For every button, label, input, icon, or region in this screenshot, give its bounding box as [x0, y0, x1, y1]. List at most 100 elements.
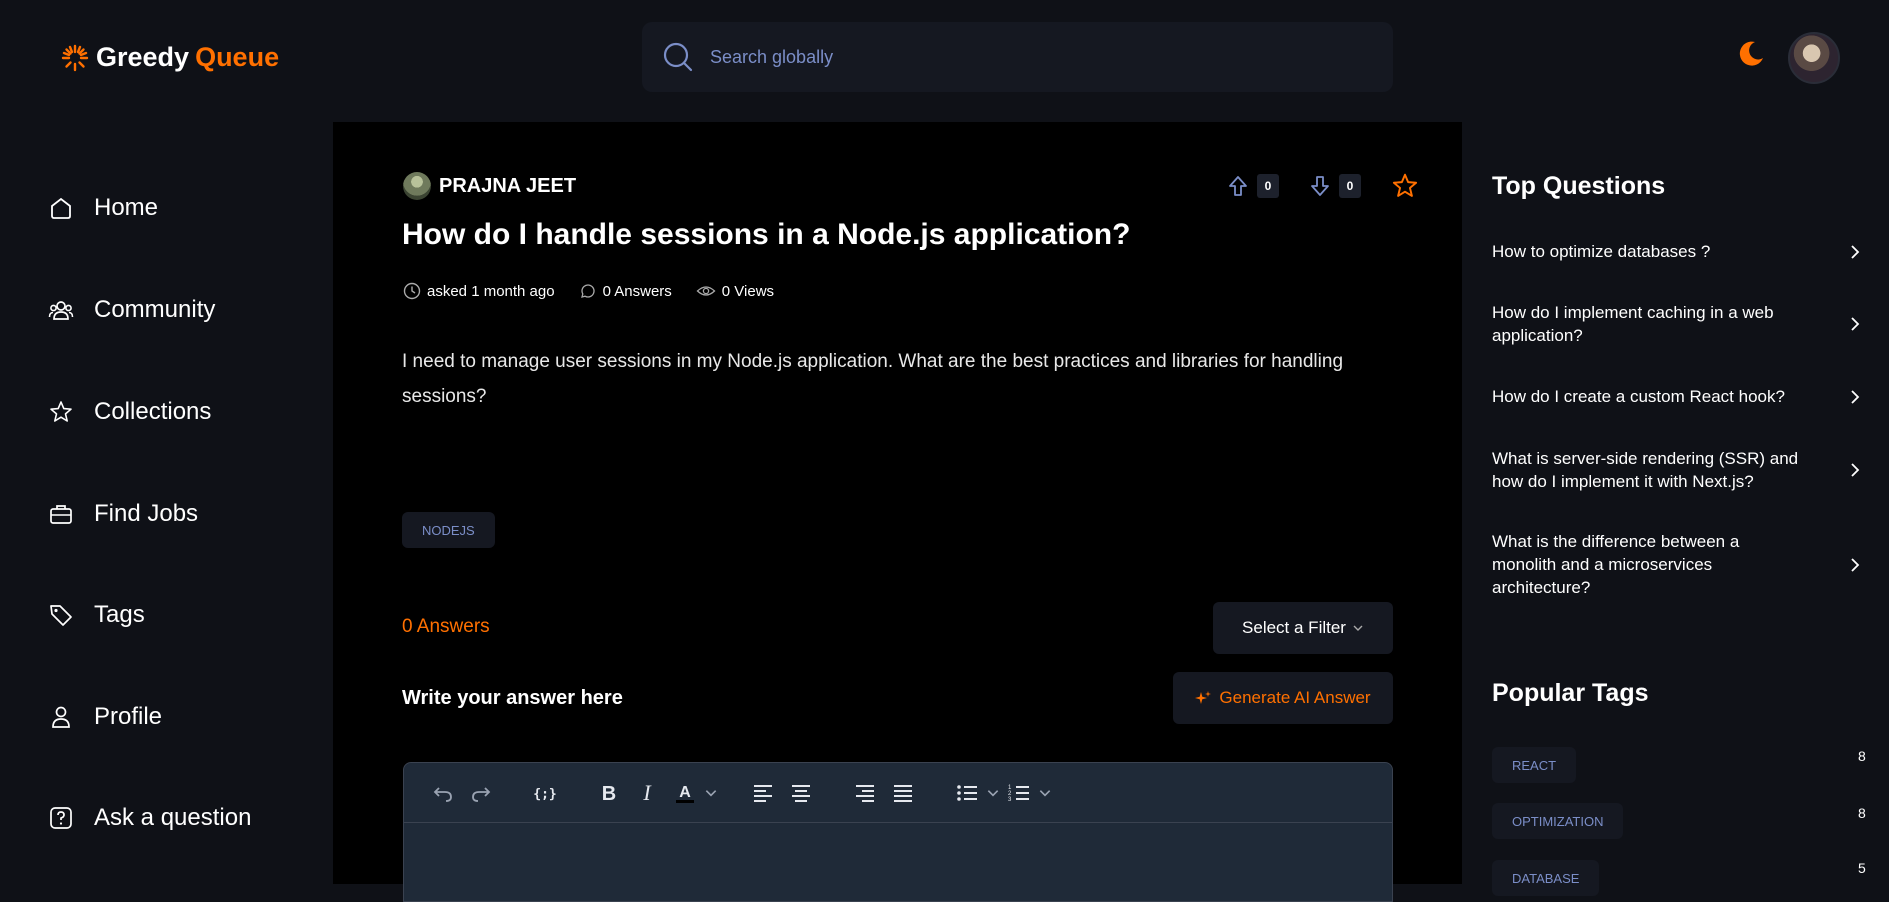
user-avatar[interactable] — [1788, 32, 1840, 84]
align-center-button[interactable] — [782, 774, 820, 812]
tag-icon — [50, 605, 72, 626]
views-meta-text: 0 Views — [721, 282, 775, 300]
top-question-text: How do I create a custom React hook? — [1492, 387, 1785, 406]
chevron-down-icon[interactable] — [704, 786, 718, 800]
chevron-down-icon[interactable] — [986, 786, 1000, 800]
logo-icon — [61, 44, 89, 71]
author-name: PRAJNA JEET — [439, 174, 577, 197]
popular-tag-count: 8 — [1858, 805, 1866, 821]
question-author[interactable]: PRAJNA JEET — [403, 172, 576, 200]
sidebar-item-label: Collections — [94, 398, 212, 425]
align-right-button[interactable] — [846, 774, 884, 812]
align-right-icon — [856, 784, 874, 802]
author-avatar — [403, 172, 431, 200]
top-question-item[interactable]: How do I implement caching in a web appl… — [1492, 301, 1862, 347]
vote-controls: 0 0 — [1227, 172, 1419, 200]
svg-text:A: A — [679, 784, 691, 801]
generate-ai-answer-button[interactable]: Generate AI Answer — [1173, 672, 1393, 724]
upvote-count: 0 — [1257, 174, 1279, 198]
sidebar-item-label: Home — [94, 194, 159, 221]
sidebar-item-community[interactable]: Community — [48, 296, 215, 324]
chevron-right-icon — [1851, 389, 1860, 404]
top-question-text: How do I implement caching in a web appl… — [1492, 303, 1774, 345]
svg-text:3: 3 — [1008, 797, 1012, 803]
sidebar-item-tags[interactable]: Tags — [48, 601, 145, 629]
logo-text-greedy: Greedy — [96, 42, 190, 72]
top-question-item[interactable]: How do I create a custom React hook? — [1492, 385, 1862, 408]
top-question-text: What is server-side rendering (SSR) and … — [1492, 449, 1799, 491]
undo-icon — [433, 786, 452, 802]
sidebar-item-home[interactable]: Home — [48, 194, 158, 222]
sidebar-item-find-jobs[interactable]: Find Jobs — [48, 500, 198, 528]
question-meta: asked 1 month ago 0 Answers 0 Views — [403, 282, 798, 300]
sidebar-item-label: Community — [94, 296, 216, 323]
sidebar-item-label: Profile — [94, 703, 163, 730]
chevron-down-icon[interactable] — [1038, 786, 1052, 800]
meta-views: 0 Views — [696, 282, 774, 300]
question-tag[interactable]: NODEJS — [402, 512, 495, 548]
sidebar-item-profile[interactable]: Profile — [48, 703, 162, 731]
top-question-item[interactable]: What is server-side rendering (SSR) and … — [1492, 447, 1862, 493]
editor-toolbar: {;} B I A 123 — [404, 763, 1392, 823]
redo-button[interactable] — [462, 774, 500, 812]
align-center-icon — [792, 784, 810, 802]
question-main-panel: PRAJNA JEET 0 0 How do I handle sessions… — [333, 122, 1462, 902]
top-question-text: How to optimize databases ? — [1492, 242, 1711, 261]
sidebar-item-collections[interactable]: Collections — [48, 398, 211, 426]
popular-tags-heading: Popular Tags — [1492, 679, 1649, 707]
answer-editor[interactable]: {;} B I A 123 — [403, 762, 1393, 902]
popular-tag[interactable]: REACT — [1492, 747, 1577, 783]
write-answer-heading: Write your answer here — [402, 687, 623, 709]
right-sidebar: Top Questions How to optimize databases … — [1462, 122, 1889, 896]
align-left-button[interactable] — [744, 774, 782, 812]
popular-tag-count: 8 — [1858, 748, 1866, 764]
popular-tag[interactable]: OPTIMIZATION — [1492, 803, 1624, 839]
clock-icon — [403, 282, 421, 300]
generate-ai-answer-label: Generate AI Answer — [1219, 688, 1371, 707]
numbered-list-button[interactable]: 123 — [1000, 774, 1038, 812]
answer-filter-select[interactable]: Select a Filter — [1213, 602, 1393, 654]
chevron-right-icon — [1851, 463, 1860, 477]
save-star-icon[interactable] — [1391, 172, 1419, 200]
redo-icon — [472, 786, 491, 802]
sidebar-item-label: Tags — [94, 601, 145, 628]
top-question-text: What is the difference between a monolit… — [1492, 532, 1740, 597]
logo-text-queue: Queue — [195, 42, 280, 72]
downvote-arrow-icon[interactable] — [1309, 174, 1331, 198]
text-color-button[interactable]: A — [666, 774, 704, 812]
top-question-item[interactable]: How to optimize databases ? — [1492, 240, 1862, 263]
eye-icon — [696, 286, 716, 296]
users-icon — [48, 301, 74, 320]
question-title: How do I handle sessions in a Node.js ap… — [402, 218, 1131, 251]
sidebar-item-ask-question[interactable]: Ask a question — [48, 804, 251, 832]
upvote-arrow-icon[interactable] — [1227, 174, 1249, 198]
global-search[interactable] — [642, 22, 1393, 92]
code-block-icon: {;} — [533, 787, 556, 802]
bold-icon: B — [602, 783, 616, 804]
italic-button[interactable]: I — [628, 774, 666, 812]
search-input[interactable] — [710, 46, 1310, 68]
question-icon — [50, 807, 72, 829]
code-block-button[interactable]: {;} — [526, 774, 564, 812]
undo-button[interactable] — [424, 774, 462, 812]
text-color-icon: A — [676, 784, 694, 803]
theme-toggle-moon-icon[interactable] — [1736, 38, 1766, 68]
popular-tag[interactable]: DATABASE — [1492, 860, 1600, 896]
downvote-count: 0 — [1339, 174, 1361, 198]
sparkle-icon — [1195, 691, 1212, 704]
svg-text:{;}: {;} — [533, 787, 556, 802]
svg-text:B: B — [602, 783, 616, 804]
align-left-icon — [754, 784, 772, 802]
italic-icon: I — [642, 782, 652, 804]
popular-tag-count: 5 — [1858, 860, 1866, 876]
logo[interactable]: Greedy Queue — [60, 42, 279, 73]
top-bar: Greedy Queue — [0, 0, 1889, 114]
align-justify-button[interactable] — [884, 774, 922, 812]
briefcase-icon — [50, 505, 72, 524]
bold-button[interactable]: B — [590, 774, 628, 812]
home-icon — [51, 197, 71, 219]
bullet-list-button[interactable] — [948, 774, 986, 812]
star-icon — [50, 401, 72, 422]
top-question-item[interactable]: What is the difference between a monolit… — [1492, 530, 1862, 599]
chevron-right-icon — [1851, 557, 1860, 572]
